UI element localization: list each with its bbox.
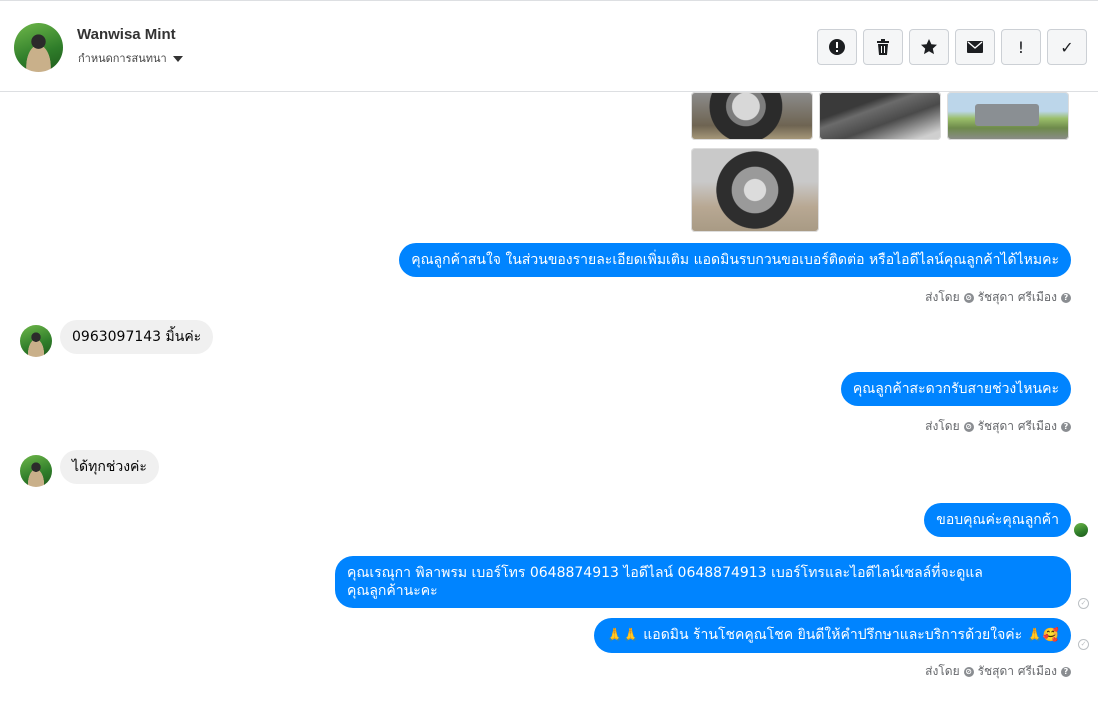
photo-attachment-wheel[interactable] — [691, 92, 813, 140]
contact-name[interactable]: Wanwisa Mint — [77, 26, 176, 43]
sent-by-agent: รัชสุดา ศรีเมือง — [977, 290, 1057, 304]
caret-down-icon — [172, 56, 183, 62]
conversation-toolbar: ! ✓ — [817, 29, 1087, 65]
pray-emoji-icon: 🙏🙏 — [606, 628, 639, 643]
follow-up-button[interactable]: ! — [1001, 29, 1041, 65]
seen-avatar — [1074, 523, 1088, 537]
contact-avatar[interactable] — [14, 23, 63, 72]
help-icon[interactable]: ? — [1061, 666, 1071, 677]
star-button[interactable] — [909, 29, 949, 65]
incoming-message[interactable]: 0963097143 มิ้นค่ะ — [60, 320, 214, 354]
message-line: คุณเรณุกา พิลาพรม เบอร์โทร 0648874913 ไอ… — [347, 565, 983, 581]
outgoing-message[interactable]: ขอบคุณค่ะคุณลูกค้า — [924, 503, 1071, 537]
outgoing-message[interactable]: คุณลูกค้าสนใจ ในส่วนของรายละเอียดเพิ่มเต… — [399, 243, 1071, 277]
contact-avatar-small[interactable] — [20, 325, 52, 357]
sent-by-agent: รัชสุดา ศรีเมือง — [977, 664, 1057, 678]
agent-status-icon: ⊘ — [963, 666, 974, 677]
message-text: แอดมิน ร้านโชคคูณโชค ยินดีให้คำปรึกษาและ… — [643, 627, 1023, 643]
help-icon[interactable]: ? — [1061, 421, 1071, 432]
assign-conversation-dropdown[interactable]: กำหนดการสนทนา — [78, 49, 183, 67]
help-icon[interactable]: ? — [1061, 292, 1071, 303]
pray-heart-face-emoji-icon: 🙏🥰 — [1026, 628, 1059, 643]
conversation-header: Wanwisa Mint กำหนดการสนทนา ! ✓ — [0, 0, 1098, 92]
trash-icon — [877, 39, 889, 55]
assign-label: กำหนดการสนทนา — [78, 52, 167, 65]
alert-circle-icon — [829, 39, 845, 55]
sent-by-prefix: ส่งโดย — [925, 664, 960, 678]
sent-by-info: ส่งโดย ⊘ รัชสุดา ศรีเมือง ? — [925, 662, 1071, 681]
mark-unread-button[interactable] — [955, 29, 995, 65]
delete-button[interactable] — [863, 29, 903, 65]
message-line: คุณลูกค้านะคะ — [347, 583, 438, 599]
exclamation-icon: ! — [1017, 37, 1025, 57]
outgoing-message[interactable]: คุณเรณุกา พิลาพรม เบอร์โทร 0648874913 ไอ… — [335, 556, 1071, 608]
sent-by-prefix: ส่งโดย — [925, 290, 960, 304]
delivered-check-icon: ✓ — [1078, 639, 1089, 650]
photo-attachment-truck[interactable] — [947, 92, 1069, 140]
outgoing-message[interactable]: คุณลูกค้าสะดวกรับสายช่วงไหนคะ — [840, 372, 1071, 406]
sent-by-info: ส่งโดย ⊘ รัชสุดา ศรีเมือง ? — [925, 417, 1071, 436]
photo-attachment-interior[interactable] — [819, 92, 941, 140]
agent-status-icon: ⊘ — [963, 421, 974, 432]
sent-by-agent: รัชสุดา ศรีเมือง — [977, 419, 1057, 433]
delivered-check-icon: ✓ — [1078, 598, 1089, 609]
spam-button[interactable] — [817, 29, 857, 65]
incoming-message[interactable]: ได้ทุกช่วงค่ะ — [60, 450, 159, 484]
checkmark-icon: ✓ — [1060, 37, 1074, 57]
envelope-icon — [967, 41, 983, 53]
sent-by-prefix: ส่งโดย — [925, 419, 960, 433]
star-icon — [921, 39, 937, 55]
outgoing-message[interactable]: 🙏🙏 แอดมิน ร้านโชคคูณโชค ยินดีให้คำปรึกษา… — [594, 618, 1071, 653]
contact-avatar-small[interactable] — [20, 455, 52, 487]
done-button[interactable]: ✓ — [1047, 29, 1087, 65]
photo-attachment-rim[interactable] — [691, 148, 819, 232]
sent-by-info: ส่งโดย ⊘ รัชสุดา ศรีเมือง ? — [925, 288, 1071, 307]
agent-status-icon: ⊘ — [963, 292, 974, 303]
